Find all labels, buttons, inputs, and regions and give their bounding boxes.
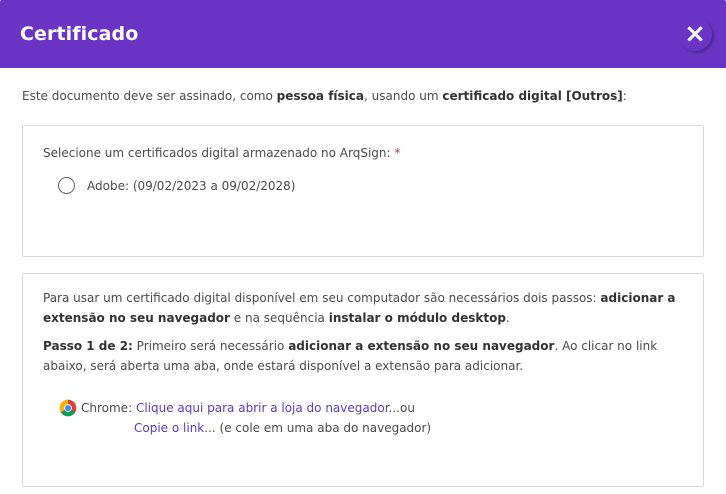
extension-instructions-panel: Para usar um certificado digital disponí… [22,273,704,487]
browser-label: Chrome: [81,401,133,415]
signature-type: certificado digital [Outros] [442,89,623,103]
close-icon: × [684,19,706,49]
copy-hint: (e cole em uma aba do navegador) [215,421,432,435]
certificate-option-label[interactable]: Adobe: (09/02/2023 a 09/02/2028) [87,179,296,193]
instructions-emphasis: instalar o módulo desktop [328,311,506,325]
step-paragraph: Passo 1 de 2: Primeiro será necessário a… [43,336,683,376]
certificate-radio[interactable] [58,177,75,194]
instructions-text: e na sequência [229,311,329,325]
intro-text-part: , usando um [364,89,443,103]
chrome-icon [59,399,77,417]
close-button[interactable]: × [678,17,712,51]
chrome-row-second: Copie o link... (e cole em uma aba do na… [59,418,683,438]
step-emphasis: adicionar a extensão no seu navegador [288,339,555,353]
dialog-header: Certificado × [0,0,726,68]
intro-text: Este documento deve ser assinado, como p… [22,88,704,104]
certificate-option[interactable]: Adobe: (09/02/2023 a 09/02/2028) [43,177,683,194]
certificate-selection-panel: Selecione um certificados digital armaze… [22,125,704,257]
or-text: ou [399,401,415,415]
certificate-select-label-text: Selecione um certificados digital armaze… [43,146,395,160]
intro-text-part: : [622,89,627,103]
signer-type: pessoa física [276,89,364,103]
chrome-row-first: Chrome: Clique aqui para abrir a loja do… [59,398,683,418]
certificate-dialog: Certificado × Este documento deve ser as… [0,0,726,494]
certificate-select-label: Selecione um certificados digital armaze… [43,126,683,161]
instructions-text: Para usar um certificado digital disponí… [43,291,601,305]
step-text: Primeiro será necessário [132,339,289,353]
instructions-paragraph: Para usar um certificado digital disponí… [43,274,683,328]
intro-text-part: Este documento deve ser assinado, como [22,89,277,103]
chrome-extension-links: Chrome: Clique aqui para abrir a loja do… [43,398,683,438]
dialog-content: Este documento deve ser assinado, como p… [0,88,726,487]
required-mark: * [394,146,401,160]
instructions-text: . [505,311,510,325]
copy-link[interactable]: Copie o link... [134,421,216,435]
open-store-link[interactable]: Clique aqui para abrir a loja do navegad… [136,398,400,418]
step-indicator: Passo 1 de 2: [43,339,133,353]
dialog-title: Certificado [20,23,139,45]
